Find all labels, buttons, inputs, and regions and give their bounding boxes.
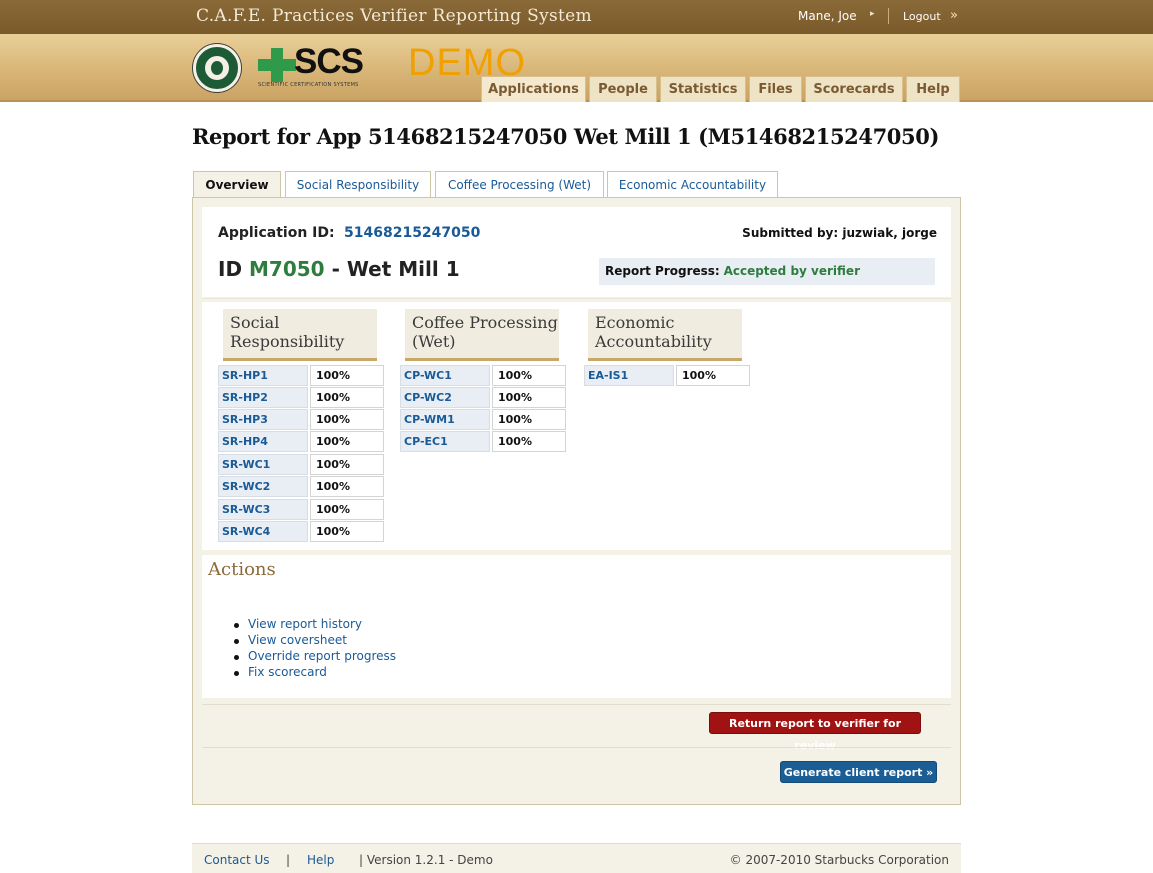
score-value: 100% bbox=[310, 431, 384, 452]
scs-logo-text: SCS bbox=[294, 42, 364, 81]
score-code-link[interactable]: SR-WC1 bbox=[218, 454, 308, 475]
overview-panel: Application ID: 51468215247050 Submitted… bbox=[192, 197, 961, 805]
action-view-report-history[interactable]: View report history bbox=[231, 617, 396, 633]
tab-coffee-processing[interactable]: Coffee Processing (Wet) bbox=[435, 171, 604, 198]
app-title: C.A.F.E. Practices Verifier Reporting Sy… bbox=[196, 6, 592, 26]
score-code-link[interactable]: SR-WC4 bbox=[218, 521, 308, 542]
nav-people[interactable]: People bbox=[589, 76, 657, 102]
card-divider bbox=[202, 298, 951, 299]
score-code-link[interactable]: SR-HP1 bbox=[218, 365, 308, 386]
application-id-label: Application ID: bbox=[218, 225, 335, 241]
actions-title: Actions bbox=[208, 559, 276, 580]
return-to-verifier-button[interactable]: Return report to verifier for review bbox=[709, 712, 921, 752]
entity-id-prefix: ID bbox=[218, 257, 243, 281]
user-menu[interactable]: Mane, Joe bbox=[798, 9, 857, 23]
scorecard-sections: Social Responsibility SR-HP1 100% SR-HP2… bbox=[202, 302, 951, 550]
report-progress-label: Report Progress: bbox=[605, 264, 720, 278]
score-code-link[interactable]: SR-HP3 bbox=[218, 409, 308, 430]
report-progress-status: Accepted by verifier bbox=[723, 264, 860, 278]
entity-id-code: M7050 bbox=[249, 257, 325, 281]
divider bbox=[202, 747, 951, 748]
submitted-by: Submitted by: juzwiak, jorge bbox=[742, 226, 937, 240]
score-value: 100% bbox=[310, 521, 384, 542]
score-value: 100% bbox=[310, 454, 384, 475]
scs-logo-subtitle: SCIENTIFIC CERTIFICATION SYSTEMS bbox=[258, 82, 359, 88]
nav-applications[interactable]: Applications bbox=[481, 76, 586, 102]
score-value: 100% bbox=[310, 409, 384, 430]
footer-contact-link[interactable]: Contact Us bbox=[204, 853, 270, 867]
score-code-link[interactable]: SR-HP2 bbox=[218, 387, 308, 408]
tab-overview[interactable]: Overview bbox=[193, 171, 281, 199]
nav-scorecards[interactable]: Scorecards bbox=[805, 76, 903, 102]
header-divider bbox=[888, 8, 889, 24]
score-code-link[interactable]: SR-WC3 bbox=[218, 499, 308, 520]
tab-economic-accountability[interactable]: Economic Accountability bbox=[607, 171, 778, 198]
score-value: 100% bbox=[492, 431, 566, 452]
footer: Contact Us | Help | Version 1.2.1 - Demo… bbox=[192, 843, 961, 873]
application-id-link[interactable]: 51468215247050 bbox=[344, 225, 480, 241]
nav-help[interactable]: Help bbox=[906, 76, 960, 102]
score-value: 100% bbox=[492, 387, 566, 408]
top-bar: C.A.F.E. Practices Verifier Reporting Sy… bbox=[0, 0, 1153, 34]
summary-card: Application ID: 51468215247050 Submitted… bbox=[202, 207, 951, 297]
score-value: 100% bbox=[492, 409, 566, 430]
score-value: 100% bbox=[676, 365, 750, 386]
footer-separator: | bbox=[286, 853, 291, 867]
action-view-coversheet[interactable]: View coversheet bbox=[231, 633, 396, 649]
generate-client-report-button[interactable]: Generate client report » bbox=[780, 761, 937, 783]
score-code-link[interactable]: CP-WC2 bbox=[400, 387, 490, 408]
nav-statistics[interactable]: Statistics bbox=[660, 76, 746, 102]
score-code-link[interactable]: CP-WM1 bbox=[400, 409, 490, 430]
logout-link[interactable]: Logout bbox=[903, 10, 941, 23]
section-heading-economic-accountability: Economic Accountability bbox=[588, 309, 742, 361]
caret-right-icon[interactable]: ▸ bbox=[870, 9, 875, 19]
score-code-link[interactable]: SR-WC2 bbox=[218, 476, 308, 497]
divider bbox=[202, 704, 951, 705]
score-value: 100% bbox=[310, 365, 384, 386]
actions-list: View report history View coversheet Over… bbox=[231, 617, 396, 681]
footer-copyright: © 2007-2010 Starbucks Corporation bbox=[729, 853, 949, 867]
scs-cross-icon bbox=[258, 48, 296, 82]
starbucks-logo bbox=[193, 44, 241, 92]
score-code-link[interactable]: SR-HP4 bbox=[218, 431, 308, 452]
section-heading-social-responsibility: Social Responsibility bbox=[223, 309, 377, 361]
double-chevron-right-icon[interactable]: » bbox=[950, 8, 958, 23]
nav-files[interactable]: Files bbox=[749, 76, 802, 102]
score-value: 100% bbox=[310, 476, 384, 497]
page-title: Report for App 51468215247050 Wet Mill 1… bbox=[192, 124, 939, 149]
tab-social-responsibility[interactable]: Social Responsibility bbox=[285, 171, 431, 198]
scs-logo: SCS SCIENTIFIC CERTIFICATION SYSTEMS bbox=[254, 42, 370, 92]
section-heading-coffee-processing: Coffee Processing (Wet) bbox=[405, 309, 559, 361]
entity-id-heading: ID M7050 - Wet Mill 1 bbox=[218, 257, 460, 281]
entity-id-name: - Wet Mill 1 bbox=[331, 257, 460, 281]
score-value: 100% bbox=[492, 365, 566, 386]
report-progress: Report Progress: Accepted by verifier bbox=[599, 258, 935, 285]
action-override-report-progress[interactable]: Override report progress bbox=[231, 649, 396, 665]
actions-card: Actions View report history View coversh… bbox=[202, 555, 951, 698]
footer-help-link[interactable]: Help bbox=[307, 853, 334, 867]
footer-version: | Version 1.2.1 - Demo bbox=[359, 853, 493, 867]
score-value: 100% bbox=[310, 499, 384, 520]
score-code-link[interactable]: CP-WC1 bbox=[400, 365, 490, 386]
action-fix-scorecard[interactable]: Fix scorecard bbox=[231, 665, 396, 681]
score-code-link[interactable]: CP-EC1 bbox=[400, 431, 490, 452]
score-code-link[interactable]: EA-IS1 bbox=[584, 365, 674, 386]
score-value: 100% bbox=[310, 387, 384, 408]
